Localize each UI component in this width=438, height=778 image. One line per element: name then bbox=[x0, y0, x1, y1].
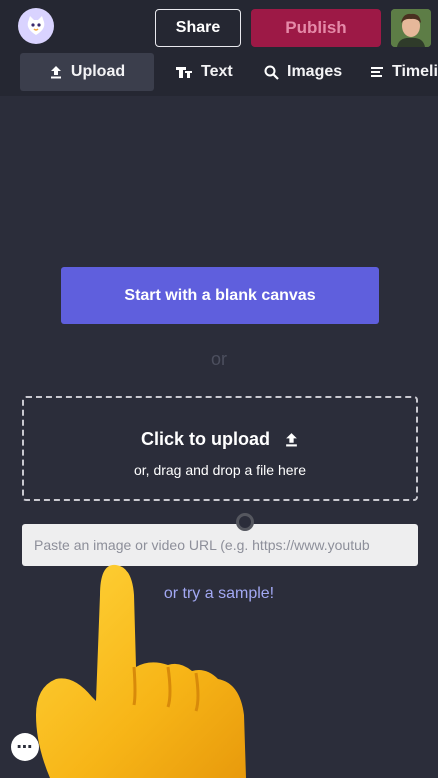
timeline-icon bbox=[371, 67, 383, 77]
tab-bar: Upload Text Images Timeli bbox=[0, 53, 438, 91]
upload-title-label: Click to upload bbox=[140, 429, 270, 449]
loading-spinner-icon bbox=[236, 513, 254, 531]
tab-timeline-label: Timeli bbox=[392, 63, 438, 80]
publish-button[interactable]: Publish bbox=[251, 9, 381, 47]
tab-timeline[interactable]: Timeli bbox=[370, 53, 438, 91]
search-icon bbox=[264, 65, 279, 80]
text-icon bbox=[176, 67, 192, 78]
upload-icon bbox=[50, 66, 61, 79]
blank-canvas-button[interactable]: Start with a blank canvas bbox=[61, 267, 379, 324]
top-bar: Share Publish Upload Text Images Timeli bbox=[0, 0, 438, 96]
tab-text[interactable]: Text bbox=[175, 53, 233, 91]
upload-subtitle: or, drag and drop a file here bbox=[133, 462, 306, 478]
tab-text-label: Text bbox=[201, 63, 233, 80]
try-sample-link[interactable]: or try a sample! bbox=[0, 585, 438, 603]
upload-dropzone[interactable]: Click to upload or, drag and drop a file… bbox=[22, 396, 418, 501]
tab-images[interactable]: Images bbox=[264, 53, 342, 91]
upload-icon bbox=[286, 433, 297, 447]
help-button[interactable] bbox=[49, 727, 89, 767]
avatar[interactable] bbox=[391, 9, 431, 47]
upload-title: Click to upload bbox=[24, 429, 416, 450]
url-input[interactable] bbox=[22, 524, 418, 566]
share-button[interactable]: Share bbox=[155, 9, 241, 47]
more-options-icon[interactable]: ⋯ bbox=[11, 733, 39, 761]
tab-images-label: Images bbox=[287, 63, 343, 80]
or-divider: or bbox=[210, 349, 227, 369]
tab-upload[interactable]: Upload bbox=[20, 53, 154, 91]
logo-icon[interactable] bbox=[18, 8, 54, 44]
tab-upload-label: Upload bbox=[70, 63, 126, 80]
